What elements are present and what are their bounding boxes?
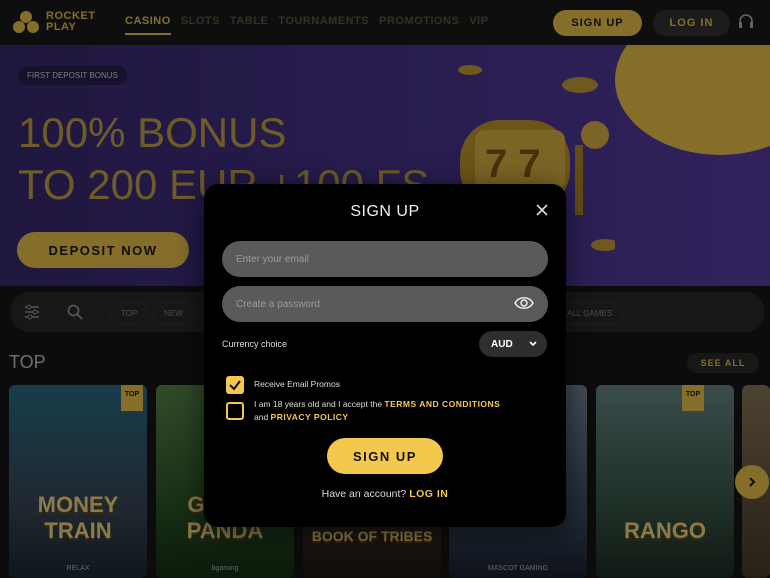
password-field[interactable]: Create a password xyxy=(222,286,548,322)
email-promos-label: Receive Email Promos xyxy=(254,379,340,389)
signup-submit-button[interactable]: SIGN UP xyxy=(327,438,443,474)
close-icon[interactable] xyxy=(535,203,549,217)
email-promos-checkbox[interactable] xyxy=(226,376,244,394)
email-field[interactable]: Enter your email xyxy=(222,241,548,277)
terms-label: I am 18 years old and I accept the TERMS… xyxy=(254,399,501,422)
modal-title: SIGN UP xyxy=(350,203,420,220)
terms-link[interactable]: TERMS AND CONDITIONS xyxy=(384,399,500,409)
chevron-down-icon xyxy=(529,341,537,347)
login-link[interactable]: LOG IN xyxy=(409,488,448,500)
terms-checkbox[interactable] xyxy=(226,402,244,420)
have-account-text: Have an account? LOG IN xyxy=(321,488,449,500)
currency-label: Currency choice xyxy=(222,339,288,349)
eye-icon[interactable] xyxy=(514,296,534,310)
check-icon xyxy=(229,380,241,391)
signup-modal: SIGN UP Enter your email Create a passwo… xyxy=(204,184,566,527)
privacy-link[interactable]: PRIVACY POLICY xyxy=(271,412,349,422)
